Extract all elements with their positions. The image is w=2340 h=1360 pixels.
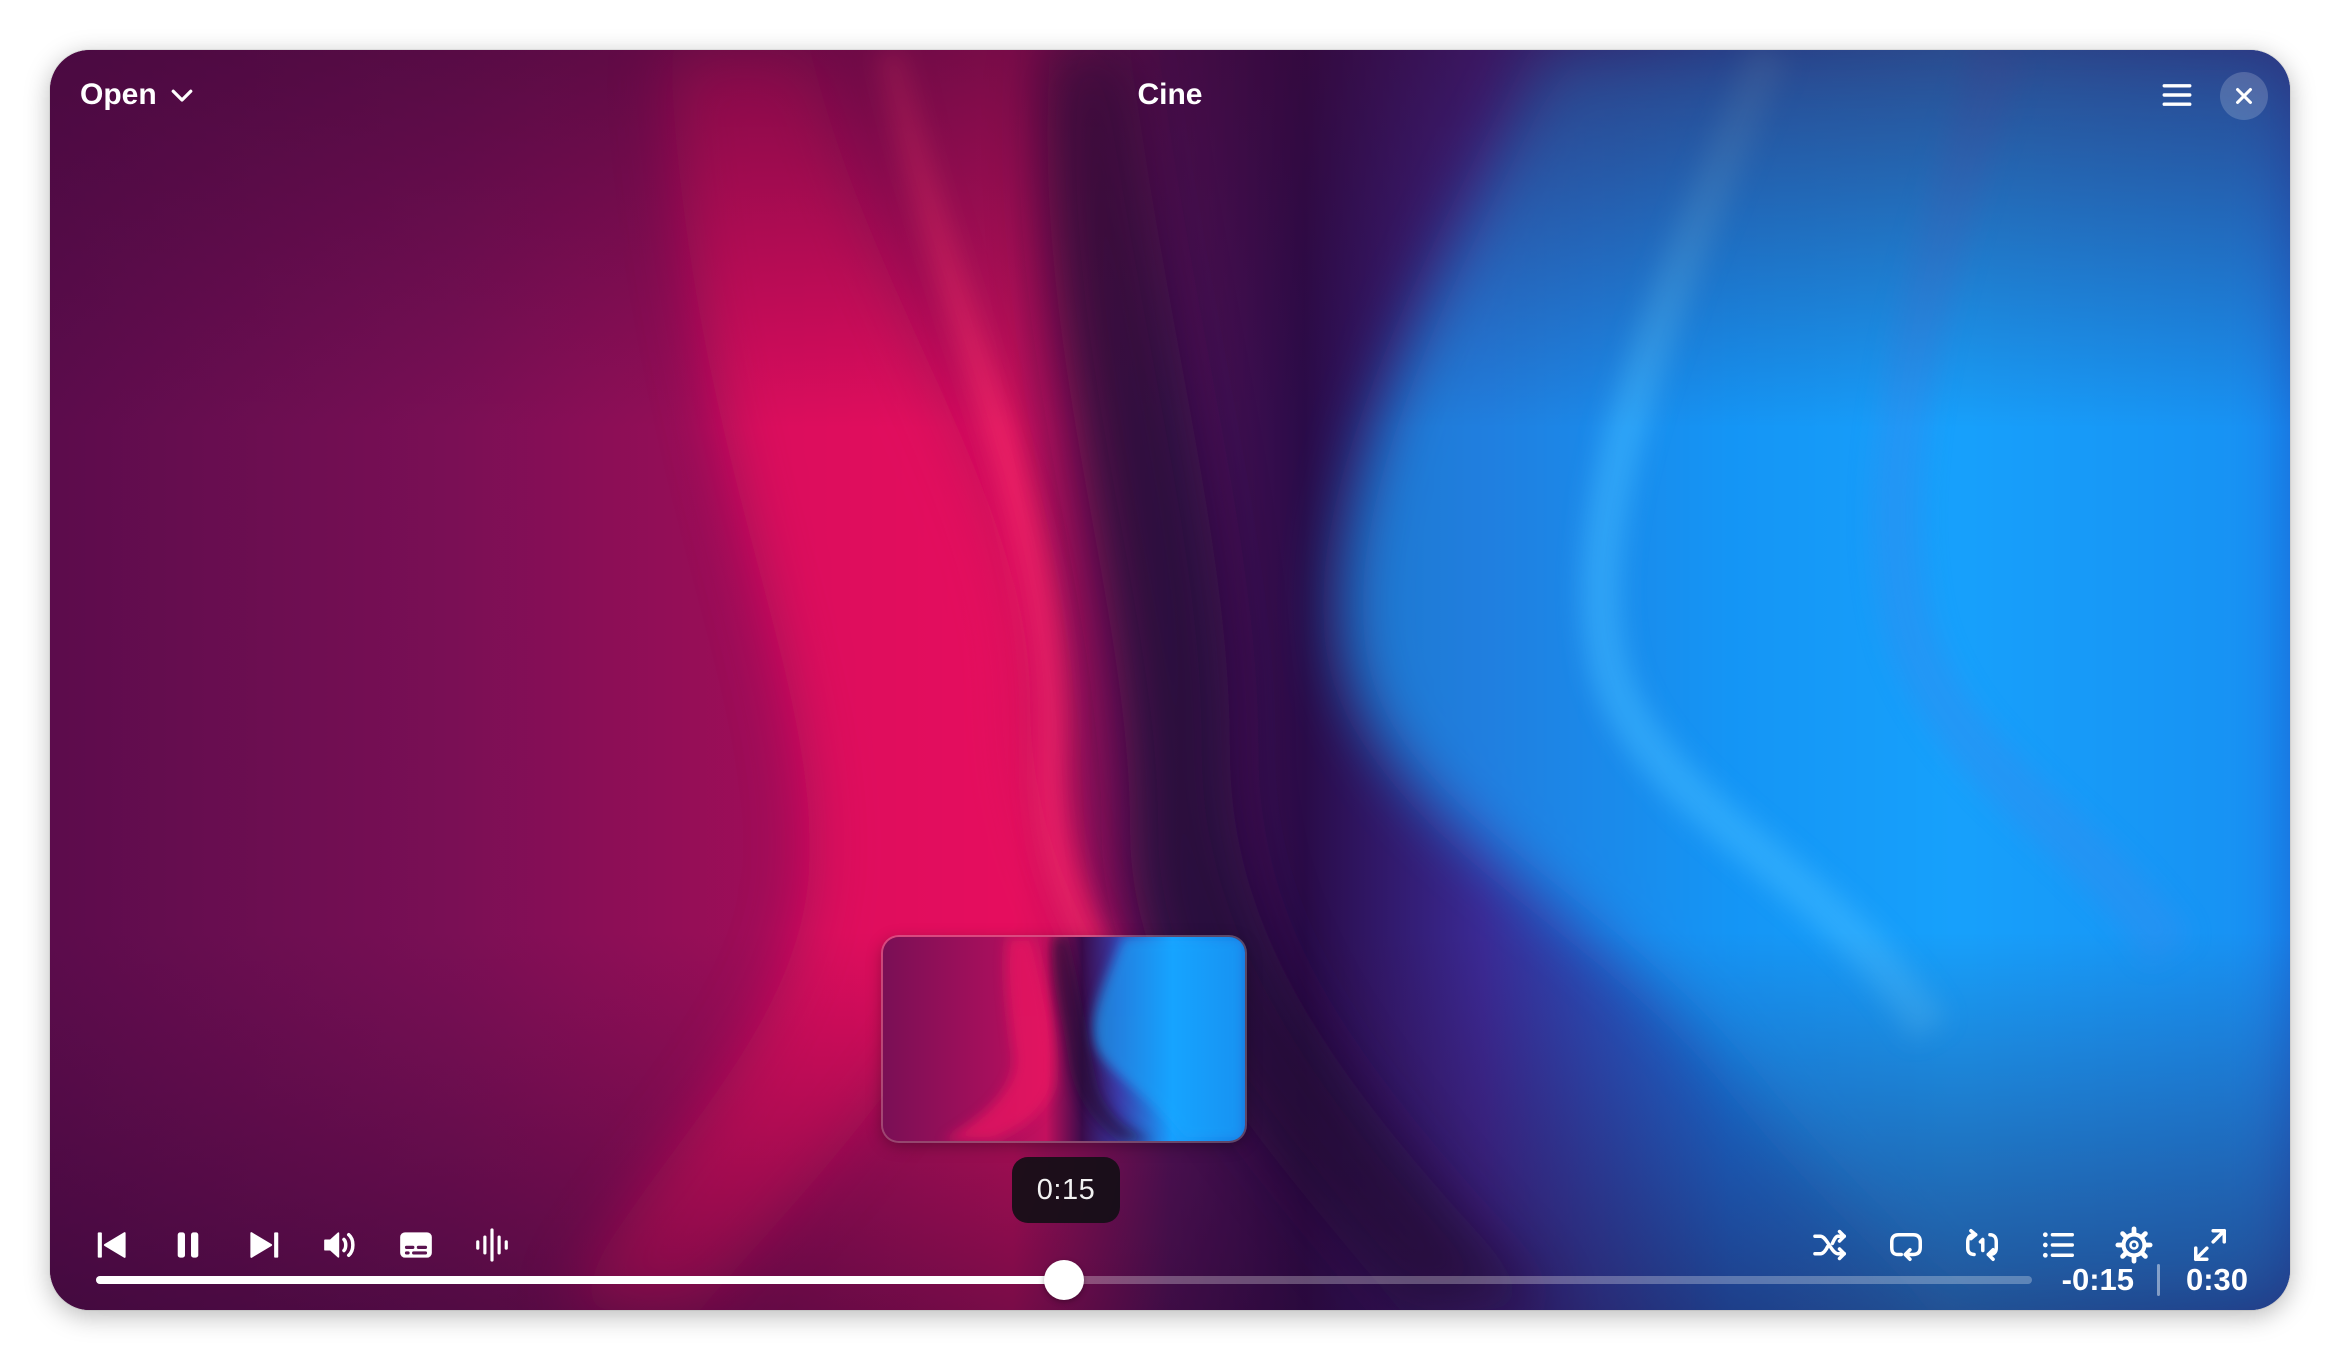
preview-time-tooltip: 0:15 <box>1012 1157 1120 1223</box>
main-menu-button[interactable] <box>2156 74 2198 116</box>
shuffle-icon <box>1813 1229 1846 1261</box>
volume-icon <box>324 1232 355 1258</box>
seek-preview-thumbnail <box>883 937 1245 1141</box>
time-total: 0:30 <box>2185 1262 2248 1297</box>
time-remaining: -0:15 <box>2061 1262 2134 1297</box>
skip-forward-icon <box>250 1232 279 1258</box>
audio-track-icon <box>476 1228 508 1262</box>
repeat-icon <box>1890 1232 1922 1261</box>
seek-bar[interactable] <box>96 1260 2032 1300</box>
preview-image <box>883 937 1245 1141</box>
subtitles-icon <box>400 1232 432 1258</box>
seek-handle[interactable] <box>1044 1260 1084 1300</box>
close-button[interactable] <box>2220 72 2268 120</box>
seek-progress-fill <box>96 1276 1064 1284</box>
window-title: Cine <box>1137 78 1203 111</box>
hamburger-menu-icon <box>2162 84 2192 106</box>
header-bar: Open Cine <box>50 50 2290 140</box>
video-player-window: Open Cine 0:15 -0:15 0:30 <box>50 50 2290 1310</box>
pause-icon <box>177 1232 199 1258</box>
repeat-one-icon <box>1966 1229 1998 1261</box>
close-icon <box>2236 88 2252 104</box>
time-divider <box>2157 1264 2160 1296</box>
skip-back-icon <box>97 1232 126 1258</box>
